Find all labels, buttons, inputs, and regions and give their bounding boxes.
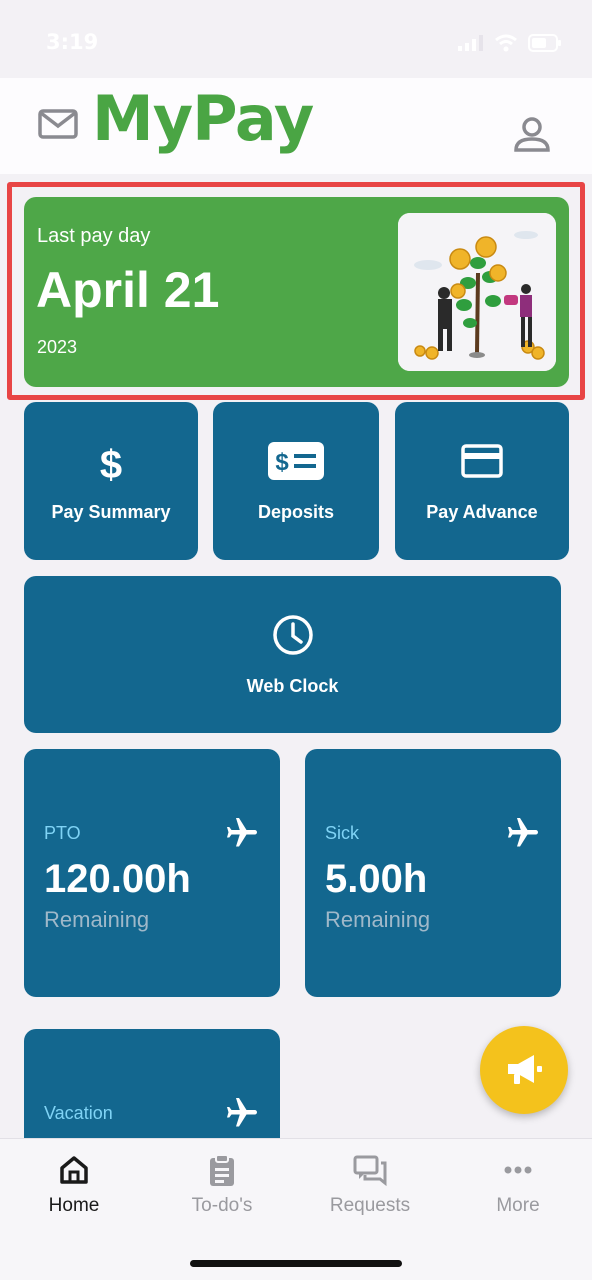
cash-bill-icon: $ bbox=[268, 442, 324, 480]
chat-icon bbox=[353, 1155, 387, 1187]
sick-remaining-label: Remaining bbox=[325, 907, 431, 932]
signal-icon bbox=[458, 35, 483, 51]
payday-date: April 21 bbox=[36, 262, 220, 318]
app-header: MyPay bbox=[0, 78, 592, 174]
money-tree-illustration bbox=[398, 213, 556, 371]
pto-balance-card[interactable]: PTO 120.00h Remaining bbox=[24, 749, 280, 997]
airplane-icon bbox=[227, 818, 257, 847]
tab-more-label: More bbox=[496, 1195, 540, 1216]
sick-hours: 5.00h bbox=[325, 857, 428, 901]
status-icons bbox=[458, 34, 562, 52]
tab-requests[interactable]: Requests bbox=[296, 1153, 444, 1217]
pay-advance-tile[interactable]: Pay Advance bbox=[395, 402, 569, 560]
vacation-title: Vacation bbox=[44, 1103, 113, 1123]
home-indicator bbox=[190, 1260, 402, 1267]
tab-todos[interactable]: To-do's bbox=[148, 1153, 296, 1217]
pto-title: PTO bbox=[44, 823, 81, 843]
tab-todos-label: To-do's bbox=[191, 1195, 253, 1216]
pay-summary-label: Pay Summary bbox=[51, 502, 171, 522]
megaphone-icon bbox=[508, 1055, 542, 1084]
tab-home[interactable]: Home bbox=[0, 1153, 148, 1217]
status-time: 3:19 bbox=[46, 30, 99, 54]
pto-hours: 120.00h bbox=[44, 857, 191, 901]
status-bar: 3:19 bbox=[0, 0, 592, 78]
clipboard-icon bbox=[210, 1154, 234, 1186]
sick-balance-card[interactable]: Sick 5.00h Remaining bbox=[305, 749, 561, 997]
svg-text:$: $ bbox=[100, 443, 122, 484]
deposits-label: Deposits bbox=[257, 502, 335, 522]
more-dots-icon bbox=[504, 1166, 532, 1174]
tab-more[interactable]: More bbox=[444, 1153, 592, 1217]
airplane-icon bbox=[227, 1098, 257, 1127]
tab-home-label: Home bbox=[48, 1195, 100, 1216]
svg-text:$: $ bbox=[275, 449, 289, 476]
announcements-button[interactable] bbox=[480, 1026, 568, 1114]
battery-icon bbox=[528, 34, 561, 52]
clock-icon bbox=[272, 615, 313, 655]
wifi-icon bbox=[495, 34, 517, 52]
pay-summary-tile[interactable]: $ Pay Summary bbox=[24, 402, 198, 560]
dollar-icon: $ bbox=[100, 443, 122, 484]
web-clock-label: Web Clock bbox=[246, 676, 339, 696]
home-icon bbox=[60, 1156, 88, 1184]
tab-requests-label: Requests bbox=[329, 1195, 411, 1216]
credit-card-icon bbox=[461, 444, 503, 478]
profile-icon[interactable] bbox=[512, 114, 552, 154]
airplane-icon bbox=[508, 818, 538, 847]
payday-label: Last pay day bbox=[37, 225, 151, 247]
app-title: MyPay bbox=[92, 82, 314, 155]
bottom-tab-bar: Home To-do's Requests More bbox=[0, 1138, 592, 1280]
pay-advance-label: Pay Advance bbox=[426, 502, 538, 522]
mail-icon[interactable] bbox=[38, 108, 78, 140]
sick-title: Sick bbox=[325, 823, 360, 843]
web-clock-tile[interactable]: Web Clock bbox=[24, 576, 561, 733]
vacation-balance-card[interactable]: Vacation bbox=[24, 1029, 280, 1138]
last-payday-card[interactable]: Last pay day April 21 2023 bbox=[24, 197, 569, 387]
payday-year: 2023 bbox=[37, 337, 78, 357]
pto-remaining-label: Remaining bbox=[44, 907, 150, 932]
deposits-tile[interactable]: $ Deposits bbox=[213, 402, 379, 560]
